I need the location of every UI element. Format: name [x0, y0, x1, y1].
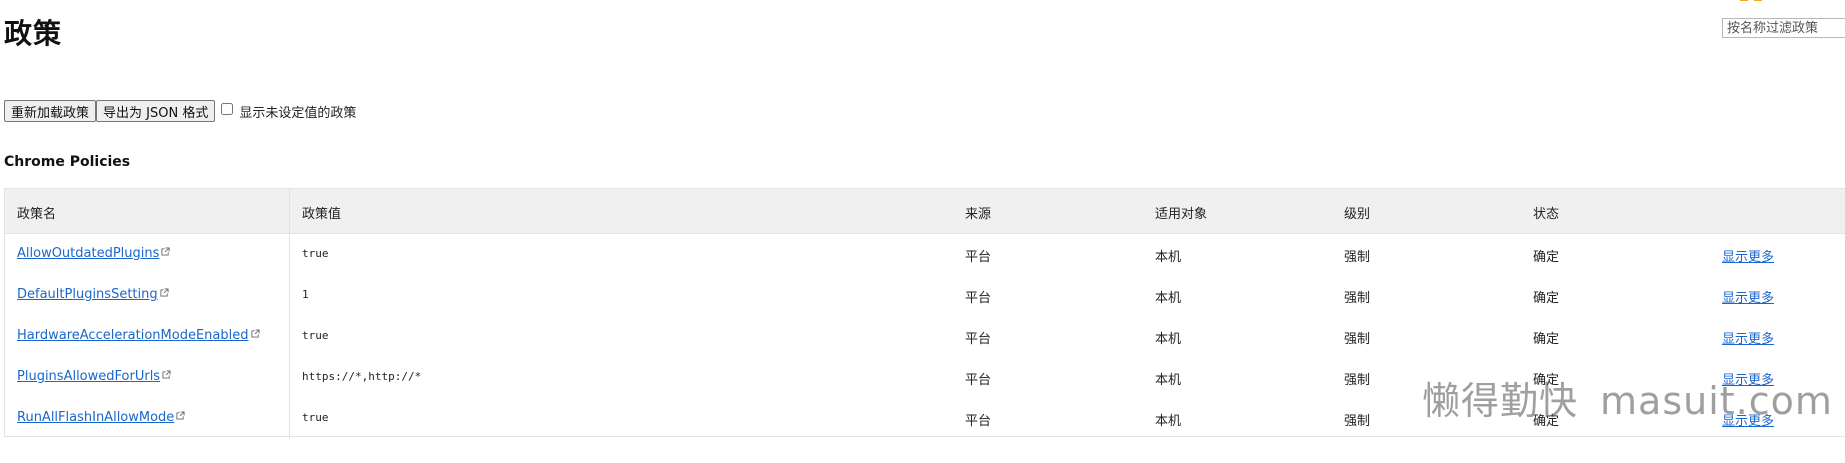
header-level: 级别 [1344, 207, 1371, 222]
policy-status: 确定 [1533, 373, 1560, 388]
policy-name-cell: DefaultPluginsSetting [17, 287, 169, 302]
show-unset-checkbox[interactable] [221, 103, 234, 115]
policy-status: 确定 [1533, 291, 1560, 306]
external-link-icon[interactable] [176, 411, 185, 420]
external-link-icon[interactable] [160, 288, 169, 297]
table-row: DefaultPluginsSetting 1 平台 本机 强制 确定 显示更多 [5, 275, 1845, 316]
policy-name-cell: RunAllFlashInAllowMode [17, 410, 185, 425]
show-more-link[interactable]: 显示更多 [1722, 287, 1774, 306]
policy-name-cell: PluginsAllowedForUrls [17, 369, 171, 384]
table-body: AllowOutdatedPlugins true 平台 本机 强制 确定 显示… [5, 234, 1845, 439]
external-link-icon[interactable] [162, 370, 171, 379]
policy-name-cell: HardwareAccelerationModeEnabled [17, 328, 260, 343]
policy-source: 平台 [965, 291, 992, 306]
show-more-link[interactable]: 显示更多 [1722, 246, 1774, 265]
table-header: 政策名 政策值 来源 适用对象 级别 状态 [5, 189, 1845, 234]
policy-name-link[interactable]: HardwareAccelerationModeEnabled [17, 328, 249, 343]
header-source: 来源 [965, 207, 992, 222]
policy-name-link[interactable]: RunAllFlashInAllowMode [17, 410, 174, 425]
policy-source: 平台 [965, 250, 992, 265]
policy-scope: 本机 [1155, 250, 1182, 265]
toolbar: 重新加载政策 导出为 JSON 格式 显示未设定值的政策 [4, 100, 356, 122]
policy-level: 强制 [1344, 414, 1371, 429]
section-title: Chrome Policies [4, 154, 131, 170]
show-more-link[interactable]: 显示更多 [1722, 369, 1774, 388]
policy-source: 平台 [965, 373, 992, 388]
column-divider [289, 189, 290, 233]
policy-scope: 本机 [1155, 414, 1182, 429]
policy-scope: 本机 [1155, 373, 1182, 388]
policy-value: 1 [302, 288, 309, 301]
policy-status: 确定 [1533, 250, 1560, 265]
policy-source: 平台 [965, 332, 992, 347]
header-policy-name: 政策名 [17, 207, 57, 222]
policy-level: 强制 [1344, 332, 1371, 347]
page-title: 政策 [4, 17, 63, 50]
policy-name-link[interactable]: DefaultPluginsSetting [17, 287, 158, 302]
show-more-link[interactable]: 显示更多 [1722, 328, 1774, 347]
policy-name-link[interactable]: PluginsAllowedForUrls [17, 369, 160, 384]
header-scope: 适用对象 [1155, 207, 1208, 222]
top-accent-decoration [1740, 0, 1780, 2]
policy-scope: 本机 [1155, 291, 1182, 306]
table-row: HardwareAccelerationModeEnabled true 平台 … [5, 316, 1845, 357]
policy-value: https://*,http://* [302, 370, 422, 383]
policy-name-link[interactable]: AllowOutdatedPlugins [17, 246, 159, 261]
policy-name-cell: AllowOutdatedPlugins [17, 246, 170, 261]
table-row: PluginsAllowedForUrls https://*,http://*… [5, 357, 1845, 398]
policy-level: 强制 [1344, 291, 1371, 306]
show-more-link[interactable]: 显示更多 [1722, 410, 1774, 429]
policy-level: 强制 [1344, 250, 1371, 265]
policy-value: true [302, 329, 329, 342]
policy-level: 强制 [1344, 373, 1371, 388]
policy-source: 平台 [965, 414, 992, 429]
external-link-icon[interactable] [250, 329, 260, 338]
policy-scope: 本机 [1155, 332, 1182, 347]
table-row: RunAllFlashInAllowMode true 平台 本机 强制 确定 … [5, 398, 1845, 439]
policy-value: true [302, 411, 329, 424]
table-row: AllowOutdatedPlugins true 平台 本机 强制 确定 显示… [5, 234, 1845, 275]
external-link-icon[interactable] [161, 247, 170, 256]
policy-filter-input[interactable] [1722, 18, 1845, 38]
reload-policies-button[interactable]: 重新加载政策 [4, 100, 97, 122]
header-policy-value: 政策值 [302, 207, 342, 222]
policy-status: 确定 [1533, 332, 1560, 347]
show-unset-label[interactable]: 显示未设定值的政策 [239, 102, 356, 121]
policy-status: 确定 [1533, 414, 1560, 429]
policy-table: 政策名 政策值 来源 适用对象 级别 状态 AllowOutdatedPlugi… [4, 188, 1845, 439]
policy-value: true [302, 247, 329, 260]
header-status: 状态 [1533, 207, 1560, 222]
export-json-button[interactable]: 导出为 JSON 格式 [96, 100, 216, 122]
